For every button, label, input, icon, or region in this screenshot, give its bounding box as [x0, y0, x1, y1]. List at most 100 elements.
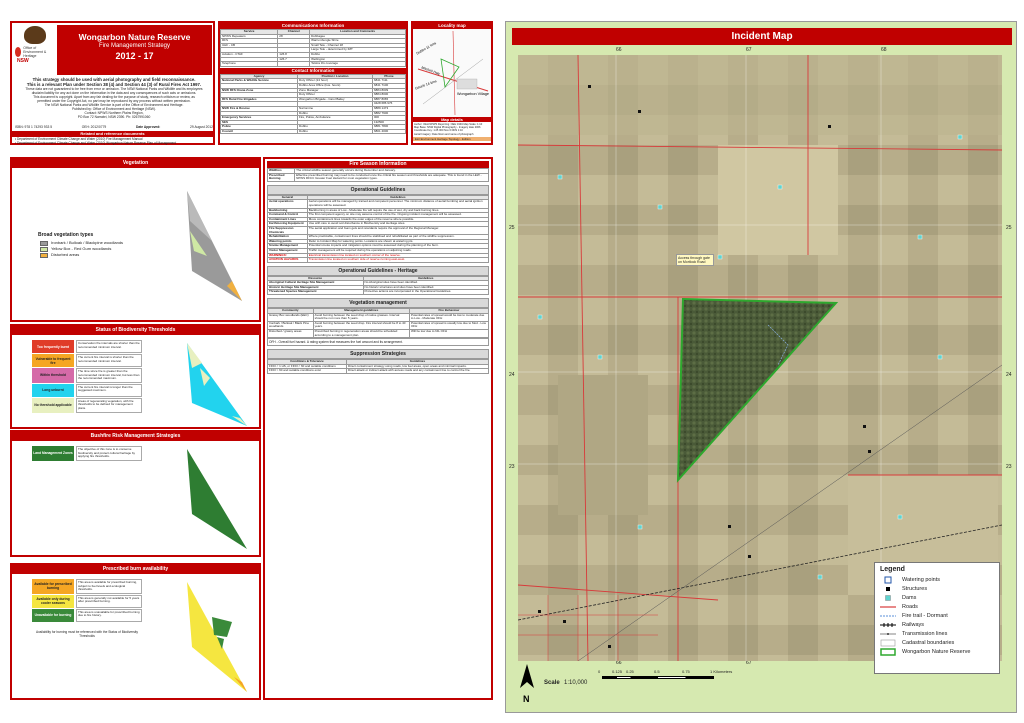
veg-label: Disturbed areas: [51, 252, 80, 257]
legend-label: Roads: [902, 603, 918, 610]
mapdetails-line: Aerial Imagery: Date flown and name of p…: [414, 132, 474, 136]
waratah-icon: [15, 47, 22, 57]
strategy-subtitle: Fire Management Strategy: [98, 43, 171, 49]
date-approved-value: 29 August 2012: [190, 125, 213, 129]
biodiversity-map: [187, 343, 247, 426]
guidelines-panel: Fire Season Information Wildfires The cri…: [263, 157, 493, 700]
table-cell: Aerial operations will be managed by tra…: [306, 199, 490, 209]
scale-ticks: 0 0.125 0.25 0.5 0.75 1 Kilometers: [598, 669, 768, 676]
table-cell: Aerial operations: [267, 199, 308, 209]
grid-label-top-2: 67: [746, 47, 752, 53]
related-doc: • Department of Environment Climate Chan…: [15, 140, 177, 145]
scale-value: 1:10,000: [564, 680, 588, 686]
bio-legend-label: Vulnerable to frequent fire: [32, 354, 74, 367]
table-row: FFDI > 60 and suitable conditions exist D…: [267, 368, 490, 374]
table-row: AVIATION HAZARDS Transmission line locate…: [267, 257, 490, 263]
legend-item: Structures: [880, 584, 994, 593]
heritage-table: Resource Guidelines Aboriginal Cultural He…: [267, 275, 490, 296]
table-cell: Will be low due to NIL OFH: [408, 329, 490, 339]
veg-swatch: [40, 240, 48, 246]
access-callout: Access through gate on Mortlock Road: [676, 254, 714, 266]
bio-legend-desc: Conservation fire intervals are shorter …: [76, 340, 142, 353]
comms-contacts-panel: Communications Information Service Channe…: [218, 21, 408, 145]
plan-years: 2012 - 17: [115, 51, 154, 61]
grid-label-right-1: 25: [1006, 225, 1012, 231]
vegmgmt-table: Community Management guidelines Fire Behav…: [267, 308, 490, 339]
veg-legend-item: Disturbed areas: [40, 252, 123, 258]
table-cell: Telephone: [219, 61, 279, 67]
svg-text:N: N: [523, 694, 530, 704]
scale-tick-label: 1 Kilometers: [710, 669, 733, 674]
legend-item: Roads: [880, 602, 994, 611]
grid-label-right-3: 23: [1006, 464, 1012, 470]
oeh-number: OEH: 2012/0779: [81, 125, 107, 129]
title-block: Wongarbon Nature Reserve Fire Management…: [57, 25, 212, 75]
vegmgmt-title: Vegetation management: [267, 298, 489, 309]
table-cell: Prescribed Burning: [266, 172, 296, 182]
bio-legend-item: No threshold applicable Areas of regenera…: [32, 397, 142, 413]
bio-legend-label: No threshold applicable: [32, 397, 74, 413]
vegetation-title: Vegetation: [12, 159, 259, 168]
table-cell: Council: [219, 128, 299, 135]
oeh-logo: Office of Environment & Heritage NSW: [15, 25, 55, 75]
header-panel: Wongarbon Nature Reserve Fire Management…: [10, 21, 215, 145]
presc-legend-item: Available only during cooler seasons This…: [32, 594, 142, 608]
bush-legend-item: Land Management Zones The objective of th…: [32, 446, 142, 461]
veg-swatch: [40, 246, 48, 252]
scale-tick-label: 0.75: [682, 669, 690, 674]
prescribed-legend: Available for prescribed burning This are…: [32, 579, 142, 623]
presc-legend-label: Available only during cooler seasons: [32, 594, 74, 608]
bio-legend-item: Within threshold The time since fire is g…: [32, 368, 142, 383]
bio-legend-item: Too frequently burnt Conservation fire in…: [32, 340, 142, 353]
table-row: Aerial operations Aerial operations will …: [267, 199, 490, 209]
presc-legend-item: Unavailable for burning This area is unav…: [32, 608, 142, 622]
presc-legend-label: Available for prescribed burning: [32, 579, 74, 594]
prescribed-map: [187, 582, 247, 692]
bush-legend-desc: The objective of this zone is to conserv…: [76, 446, 142, 461]
white-box-icon: [880, 639, 896, 647]
biodiversity-title: Status of Biodiversity Thresholds: [12, 326, 259, 335]
mapdetails-footer: Esri Environment Heritage Topology - Edi…: [413, 136, 491, 141]
cyan-square-icon: [880, 594, 896, 602]
vegetation-panel: Vegetation Broad vegetation types Ironba…: [10, 157, 261, 322]
table-cell: 6801 4000: [371, 128, 407, 135]
scale-tick-label: 0.125: [612, 669, 623, 674]
scale-bar: [602, 676, 714, 679]
table-cell: FFDI > 60 and suitable conditions exist: [267, 368, 347, 374]
legend-item: Wongarbon Nature Reserve: [880, 647, 994, 656]
bushfire-panel: Bushfire Risk Management Strategies Land…: [10, 430, 261, 557]
locality-label-geurie: Geurie 14 kms: [414, 79, 437, 91]
table-cell: Direct attack or indirect attack with ac…: [345, 368, 490, 374]
bio-legend-desc: The current fire interval is longer than…: [76, 383, 142, 397]
crest-icon: [24, 26, 46, 44]
related-list: • Department of Environment Climate Chan…: [15, 137, 213, 146]
legend-label: Watering points: [902, 576, 941, 583]
table-cell: Dubbo: [297, 128, 373, 135]
rail-line-icon: [880, 622, 896, 628]
prescribed-panel: Prescribed burn availability Available f…: [10, 563, 261, 700]
logo-text: Office of Environment & Heritage: [23, 46, 47, 58]
contacts-table: Agency Position / Location Phone National P…: [219, 73, 407, 135]
legend-label: Fire trail - Dormant: [902, 612, 948, 619]
table-row: Disturbed / grassy areas Prescribed burni…: [267, 329, 490, 339]
grid-label-top-1: 66: [616, 47, 622, 53]
legend-label: Cadastral boundaries: [902, 639, 955, 646]
square-outline-icon: [880, 576, 896, 584]
scale-tick-label: 0.5: [654, 669, 660, 674]
comms-table: Service Channel Location and Comments NPWS …: [219, 29, 406, 67]
bio-legend-label: Too frequently burnt: [32, 340, 74, 353]
intro-line: PO Box 72 Narrabri, NSW 2390. Ph: 026799…: [77, 115, 151, 119]
vegetation-legend-title: Broad vegetation types: [38, 232, 94, 238]
prescribed-note: Availability for burning must be referen…: [36, 630, 138, 638]
bio-legend-label: Within threshold: [32, 368, 74, 383]
legend-item: Transmission lines: [880, 629, 994, 638]
presc-legend-item: Available for prescribed burning This are…: [32, 579, 142, 594]
mapdetails-lines: Author: OEH NPWS Reporting: OEH 1994 Map…: [413, 122, 491, 137]
biodiversity-panel: Status of Biodiversity Thresholds Too fr…: [10, 324, 261, 429]
suppression-title: Suppression Strategies: [267, 349, 489, 360]
legend-label: Dams: [902, 594, 917, 601]
presc-legend-desc: This area is available for prescribed bu…: [76, 579, 142, 594]
scale-label: Scale: [544, 680, 560, 686]
table-cell: Transmission line located on southern si…: [306, 257, 490, 263]
nsw-text: NSW: [17, 58, 29, 64]
